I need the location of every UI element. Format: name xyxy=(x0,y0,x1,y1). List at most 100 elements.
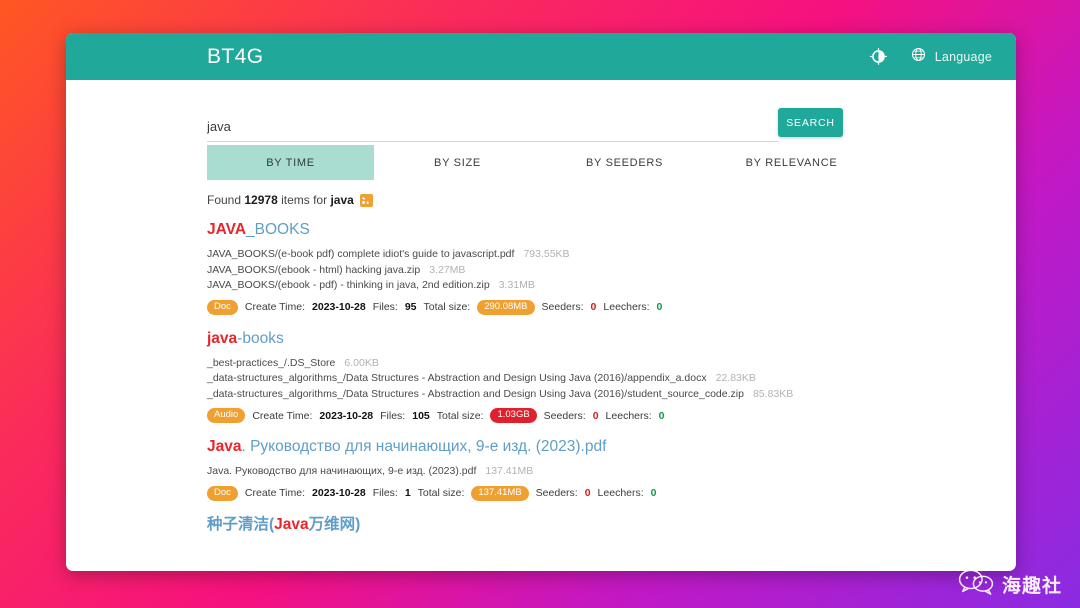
leechers-value: 0 xyxy=(657,301,663,313)
wechat-icon xyxy=(957,569,995,600)
total-size-badge: 137.41MB xyxy=(471,486,528,501)
total-size-label: Total size: xyxy=(424,301,471,313)
tab-by-relevance[interactable]: BY RELEVANCE xyxy=(708,145,875,180)
file-path: JAVA_BOOKS/(ebook - html) hacking java.z… xyxy=(207,264,420,276)
brightness-contrast-icon[interactable] xyxy=(870,48,887,65)
leechers-value: 0 xyxy=(651,487,657,499)
seeders-value: 0 xyxy=(593,410,599,422)
create-time-value: 2023-10-28 xyxy=(312,487,366,499)
result-meta: Doc Create Time: 2023-10-28 Files: 1 Tot… xyxy=(207,486,907,501)
create-time-label: Create Time: xyxy=(245,487,305,499)
rss-feed-icon[interactable] xyxy=(360,194,373,207)
file-size: 793.55KB xyxy=(523,248,569,260)
result-title-link[interactable]: 种子清洁(Java万维网) xyxy=(207,514,907,536)
files-label: Files: xyxy=(373,301,398,313)
result-item: Java. Руководство для начинающих, 9-е из… xyxy=(207,436,907,501)
seeders-label: Seeders: xyxy=(542,301,584,313)
result-title-link[interactable]: java-books xyxy=(207,328,907,350)
file-size: 137.41MB xyxy=(485,465,533,477)
tab-by-time[interactable]: BY TIME xyxy=(207,145,374,180)
result-title-link[interactable]: Java. Руководство для начинающих, 9-е из… xyxy=(207,436,907,458)
total-size-label: Total size: xyxy=(437,410,484,422)
result-file-list: _best-practices_/.DS_Store 6.00KB _data-s… xyxy=(207,356,907,403)
file-row: _best-practices_/.DS_Store 6.00KB xyxy=(207,356,907,372)
found-count: 12978 xyxy=(244,193,277,207)
file-path: JAVA_BOOKS/(ebook - pdf) - thinking in j… xyxy=(207,279,490,291)
category-badge: Doc xyxy=(207,486,238,501)
result-title-rest: _BOOKS xyxy=(246,221,310,238)
file-size: 3.27MB xyxy=(429,264,465,276)
result-meta: Audio Create Time: 2023-10-28 Files: 105… xyxy=(207,408,907,423)
result-title-prefix: 种子清洁( xyxy=(207,516,274,533)
result-title-rest: . Руководство для начинающих, 9-е изд. (… xyxy=(241,438,606,455)
seeders-label: Seeders: xyxy=(536,487,578,499)
leechers-value: 0 xyxy=(659,410,665,422)
files-value: 105 xyxy=(412,410,430,422)
found-query: java xyxy=(330,193,353,207)
result-title-highlight: Java xyxy=(274,516,308,533)
file-size: 22.83KB xyxy=(716,372,756,384)
result-item: java-books _best-practices_/.DS_Store 6.0… xyxy=(207,328,907,424)
file-path: _data-structures_algorithms_/Data Struct… xyxy=(207,388,744,400)
category-badge: Audio xyxy=(207,408,245,423)
result-title-rest: -books xyxy=(237,330,284,347)
results-count: Found 12978 items for java xyxy=(207,193,373,207)
brand-logo[interactable]: BT4G xyxy=(207,45,263,69)
result-title-highlight: Java xyxy=(207,438,241,455)
results-list: JAVA_BOOKS JAVA_BOOKS/(e-book pdf) compl… xyxy=(207,219,907,549)
result-title-link[interactable]: JAVA_BOOKS xyxy=(207,219,907,241)
result-title-suffix: 万维网) xyxy=(309,516,361,533)
tab-by-seeders[interactable]: BY SEEDERS xyxy=(541,145,708,180)
result-item-partial: 种子清洁(Java万维网) xyxy=(207,514,907,536)
create-time-value: 2023-10-28 xyxy=(319,410,373,422)
file-row: JAVA_BOOKS/(ebook - pdf) - thinking in j… xyxy=(207,278,907,294)
total-size-badge: 290.08MB xyxy=(477,300,534,315)
result-file-list: Java. Руководство для начинающих, 9-е из… xyxy=(207,464,907,480)
files-value: 95 xyxy=(405,301,417,313)
search-input[interactable] xyxy=(207,116,778,142)
tab-by-size[interactable]: BY SIZE xyxy=(374,145,541,180)
file-row: JAVA_BOOKS/(ebook - html) hacking java.z… xyxy=(207,263,907,279)
category-badge: Doc xyxy=(207,300,238,315)
total-size-badge: 1.03GB xyxy=(490,408,536,423)
search-button[interactable]: SEARCH xyxy=(778,108,843,137)
seeders-value: 0 xyxy=(585,487,591,499)
sort-tabs: BY TIME BY SIZE BY SEEDERS BY RELEVANCE xyxy=(207,145,907,180)
files-value: 1 xyxy=(405,487,411,499)
file-path: Java. Руководство для начинающих, 9-е из… xyxy=(207,465,476,477)
bt4g-card: BT4G xyxy=(66,33,1016,571)
result-file-list: JAVA_BOOKS/(e-book pdf) complete idiot's… xyxy=(207,247,907,294)
create-time-value: 2023-10-28 xyxy=(312,301,366,313)
globe-icon xyxy=(911,47,926,67)
app-header: BT4G xyxy=(66,33,1016,80)
file-row: _data-structures_algorithms_/Data Struct… xyxy=(207,371,907,387)
leechers-label: Leechers: xyxy=(603,301,649,313)
seeders-label: Seeders: xyxy=(544,410,586,422)
total-size-label: Total size: xyxy=(418,487,465,499)
file-row: Java. Руководство для начинающих, 9-е из… xyxy=(207,464,907,480)
file-size: 3.31MB xyxy=(499,279,535,291)
file-size: 6.00KB xyxy=(344,357,378,369)
file-row: _data-structures_algorithms_/Data Struct… xyxy=(207,387,907,403)
search-row: SEARCH xyxy=(66,80,1016,142)
found-middle: items for xyxy=(281,193,327,207)
watermark: 海趣社 xyxy=(957,569,1062,600)
leechers-label: Leechers: xyxy=(606,410,652,422)
seeders-value: 0 xyxy=(591,301,597,313)
result-item: JAVA_BOOKS JAVA_BOOKS/(e-book pdf) compl… xyxy=(207,219,907,315)
file-path: _best-practices_/.DS_Store xyxy=(207,357,335,369)
header-actions: Language xyxy=(870,47,992,67)
result-title-highlight: JAVA xyxy=(207,221,246,238)
result-meta: Doc Create Time: 2023-10-28 Files: 95 To… xyxy=(207,300,907,315)
files-label: Files: xyxy=(380,410,405,422)
files-label: Files: xyxy=(373,487,398,499)
language-selector[interactable]: Language xyxy=(911,47,992,67)
watermark-text: 海趣社 xyxy=(1002,571,1062,598)
screen: BT4G xyxy=(0,0,1080,608)
file-path: JAVA_BOOKS/(e-book pdf) complete idiot's… xyxy=(207,248,514,260)
create-time-label: Create Time: xyxy=(245,301,305,313)
leechers-label: Leechers: xyxy=(598,487,644,499)
language-label: Language xyxy=(935,50,992,64)
file-row: JAVA_BOOKS/(e-book pdf) complete idiot's… xyxy=(207,247,907,263)
found-prefix: Found xyxy=(207,193,241,207)
